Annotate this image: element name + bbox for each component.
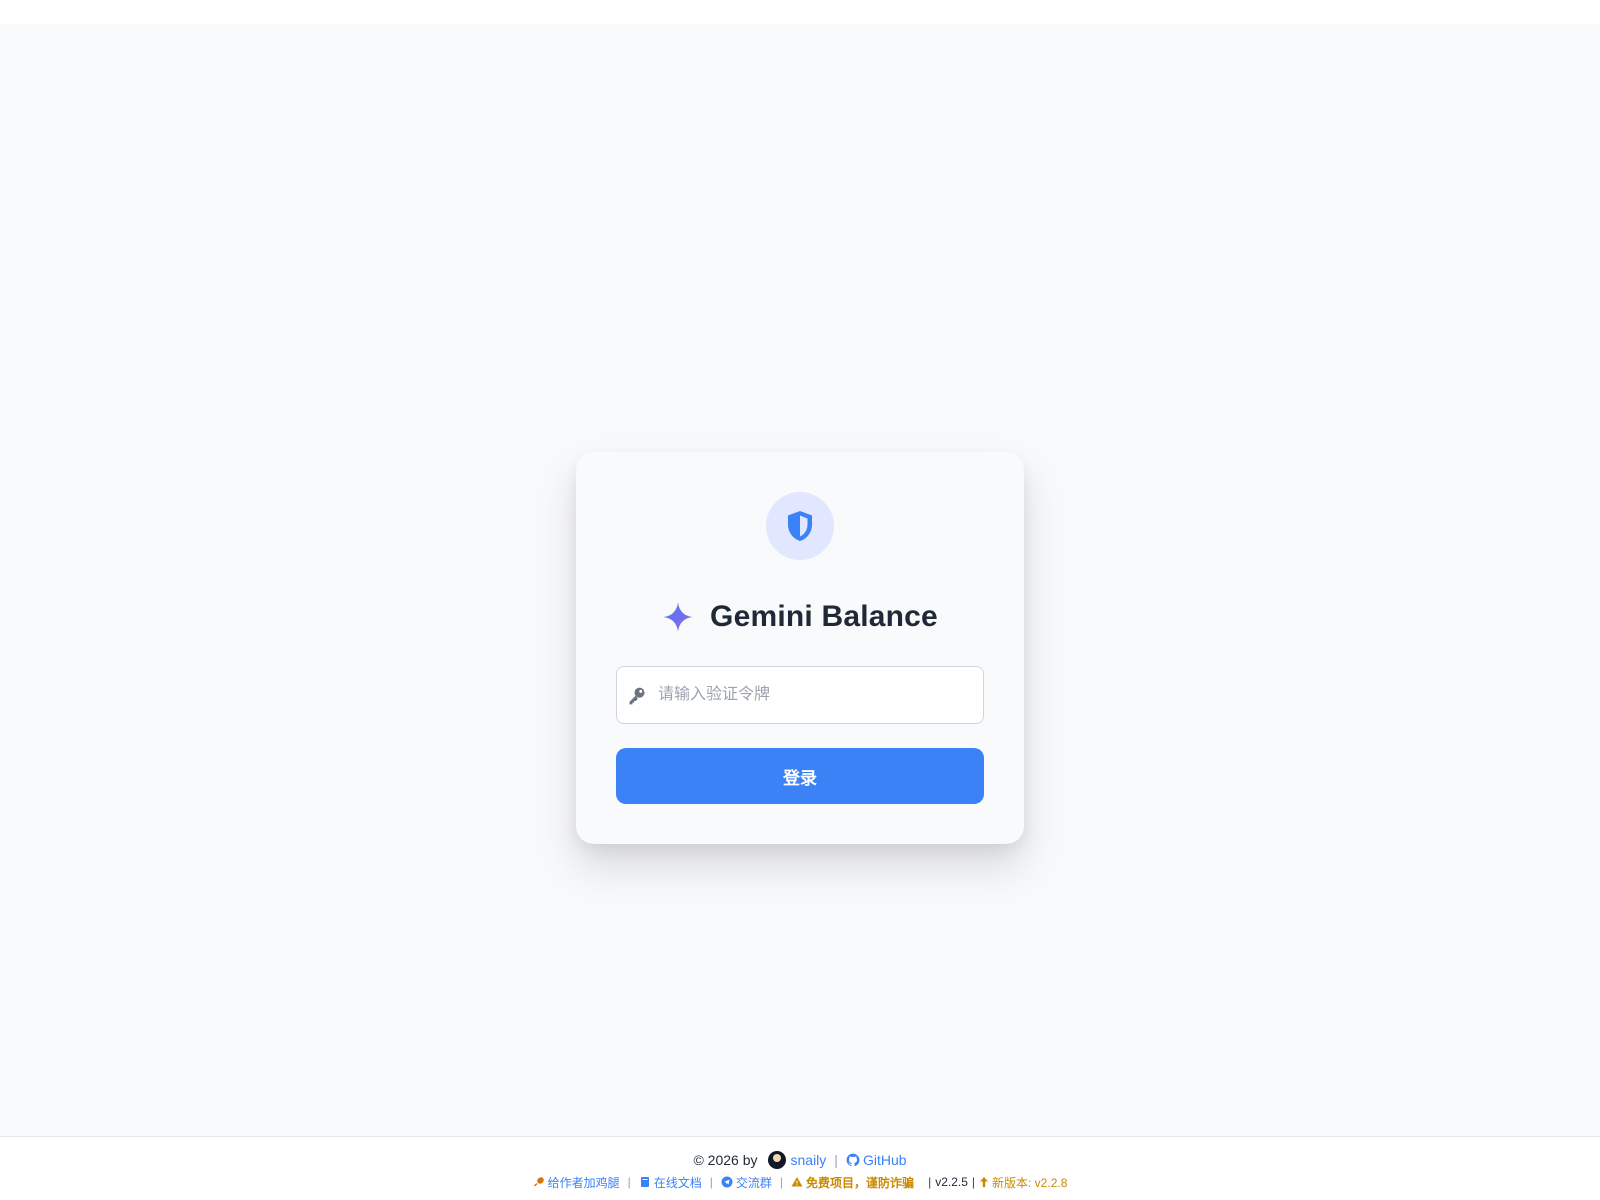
github-label: GitHub bbox=[862, 1152, 907, 1168]
new-version-link[interactable]: 新版本: v2.2.8 bbox=[979, 1174, 1067, 1191]
donate-link[interactable]: 给作者加鸡腿 bbox=[533, 1174, 620, 1191]
footer: © 2026 by snaily | GitHub 给作者加鸡腿 | 在线文档 … bbox=[0, 1136, 1600, 1200]
separator: | bbox=[779, 1175, 784, 1189]
author-link[interactable]: snaily bbox=[791, 1152, 827, 1168]
main-area: Gemini Balance 登录 bbox=[0, 24, 1600, 1136]
docs-label: 在线文档 bbox=[653, 1175, 702, 1190]
book-icon bbox=[639, 1176, 651, 1188]
footer-row-links: 给作者加鸡腿 | 在线文档 | 交流群 | 免费项目，谨防诈骗 | v2.2.5… bbox=[0, 1173, 1600, 1191]
copyright-text: © 2026 by bbox=[693, 1152, 758, 1168]
arrow-up-icon bbox=[979, 1176, 989, 1188]
separator: | bbox=[834, 1152, 838, 1168]
shield-badge bbox=[766, 492, 834, 560]
separator: | bbox=[627, 1175, 631, 1189]
separator: | bbox=[709, 1175, 713, 1189]
version-label: v2.2.5 bbox=[935, 1175, 968, 1189]
login-card: Gemini Balance 登录 bbox=[576, 452, 1024, 844]
github-link[interactable]: GitHub bbox=[846, 1152, 907, 1168]
gemini-sparkle-icon bbox=[663, 602, 693, 632]
warning-triangle-icon bbox=[791, 1176, 803, 1188]
warning-label: 免费项目，谨防诈骗 bbox=[806, 1175, 915, 1190]
footer-row-credits: © 2026 by snaily | GitHub bbox=[0, 1150, 1600, 1170]
title-row: Gemini Balance bbox=[576, 595, 1024, 639]
new-version-label: 新版本: v2.2.8 bbox=[992, 1175, 1068, 1190]
drumstick-icon bbox=[533, 1176, 545, 1188]
avatar bbox=[767, 1151, 786, 1169]
token-input[interactable] bbox=[617, 667, 983, 723]
separator: | bbox=[928, 1175, 932, 1189]
login-button[interactable]: 登录 bbox=[616, 748, 984, 804]
separator: | bbox=[971, 1175, 976, 1189]
token-field[interactable] bbox=[616, 666, 984, 724]
group-link[interactable]: 交流群 bbox=[721, 1174, 772, 1191]
shield-icon bbox=[788, 511, 812, 541]
app-title: Gemini Balance bbox=[710, 600, 938, 633]
scam-warning: 免费项目，谨防诈骗 bbox=[791, 1174, 914, 1191]
github-icon bbox=[846, 1153, 860, 1167]
group-label: 交流群 bbox=[735, 1175, 772, 1190]
docs-link[interactable]: 在线文档 bbox=[639, 1174, 702, 1191]
donate-label: 给作者加鸡腿 bbox=[547, 1175, 620, 1190]
telegram-icon bbox=[721, 1176, 733, 1188]
